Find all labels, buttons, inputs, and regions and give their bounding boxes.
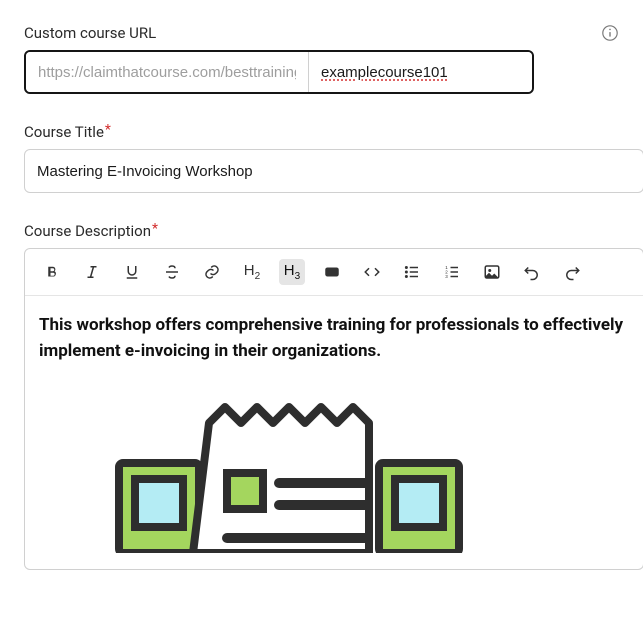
course-title-field: Course Title* (24, 122, 619, 193)
image-button[interactable] (479, 259, 505, 285)
h3-text: H (284, 262, 295, 279)
url-prefix-input (26, 52, 309, 92)
custom-url-input-group (24, 50, 534, 94)
course-title-input[interactable] (24, 149, 643, 193)
info-icon[interactable] (601, 24, 619, 42)
italic-button[interactable] (79, 259, 105, 285)
quote-button[interactable] (319, 259, 345, 285)
invoice-illustration (39, 393, 629, 553)
strikethrough-button[interactable] (159, 259, 185, 285)
course-title-label: Course Title* (24, 123, 111, 141)
course-description-label-text: Course Description (24, 222, 151, 240)
h2-text: H (244, 262, 255, 279)
link-button[interactable] (199, 259, 225, 285)
redo-button[interactable] (559, 259, 585, 285)
course-title-label-text: Course Title (24, 123, 104, 141)
bold-button[interactable] (39, 259, 65, 285)
heading-2-button[interactable]: H2 (239, 259, 265, 285)
undo-button[interactable] (519, 259, 545, 285)
h2-sub: 2 (255, 271, 261, 282)
h3-sub: 3 (295, 271, 301, 282)
underline-button[interactable] (119, 259, 145, 285)
required-asterisk: * (152, 221, 158, 237)
description-paragraph: This workshop offers comprehensive train… (39, 312, 629, 365)
heading-3-button[interactable]: H3 (279, 259, 305, 285)
required-asterisk: * (105, 122, 111, 138)
custom-url-label: Custom course URL (24, 24, 156, 42)
code-button[interactable] (359, 259, 385, 285)
editor-toolbar: H2 H3 123 (25, 249, 643, 296)
course-description-label: Course Description* (24, 222, 158, 240)
editor-content-area[interactable]: This workshop offers comprehensive train… (25, 296, 643, 569)
bullet-list-button[interactable] (399, 259, 425, 285)
svg-text:3: 3 (445, 274, 448, 279)
ordered-list-button[interactable]: 123 (439, 259, 465, 285)
rich-text-editor: H2 H3 123 (24, 248, 643, 570)
url-slug-input[interactable] (309, 52, 532, 92)
custom-url-field: Custom course URL (24, 24, 619, 94)
course-description-field: Course Description* H2 H3 (24, 221, 619, 570)
